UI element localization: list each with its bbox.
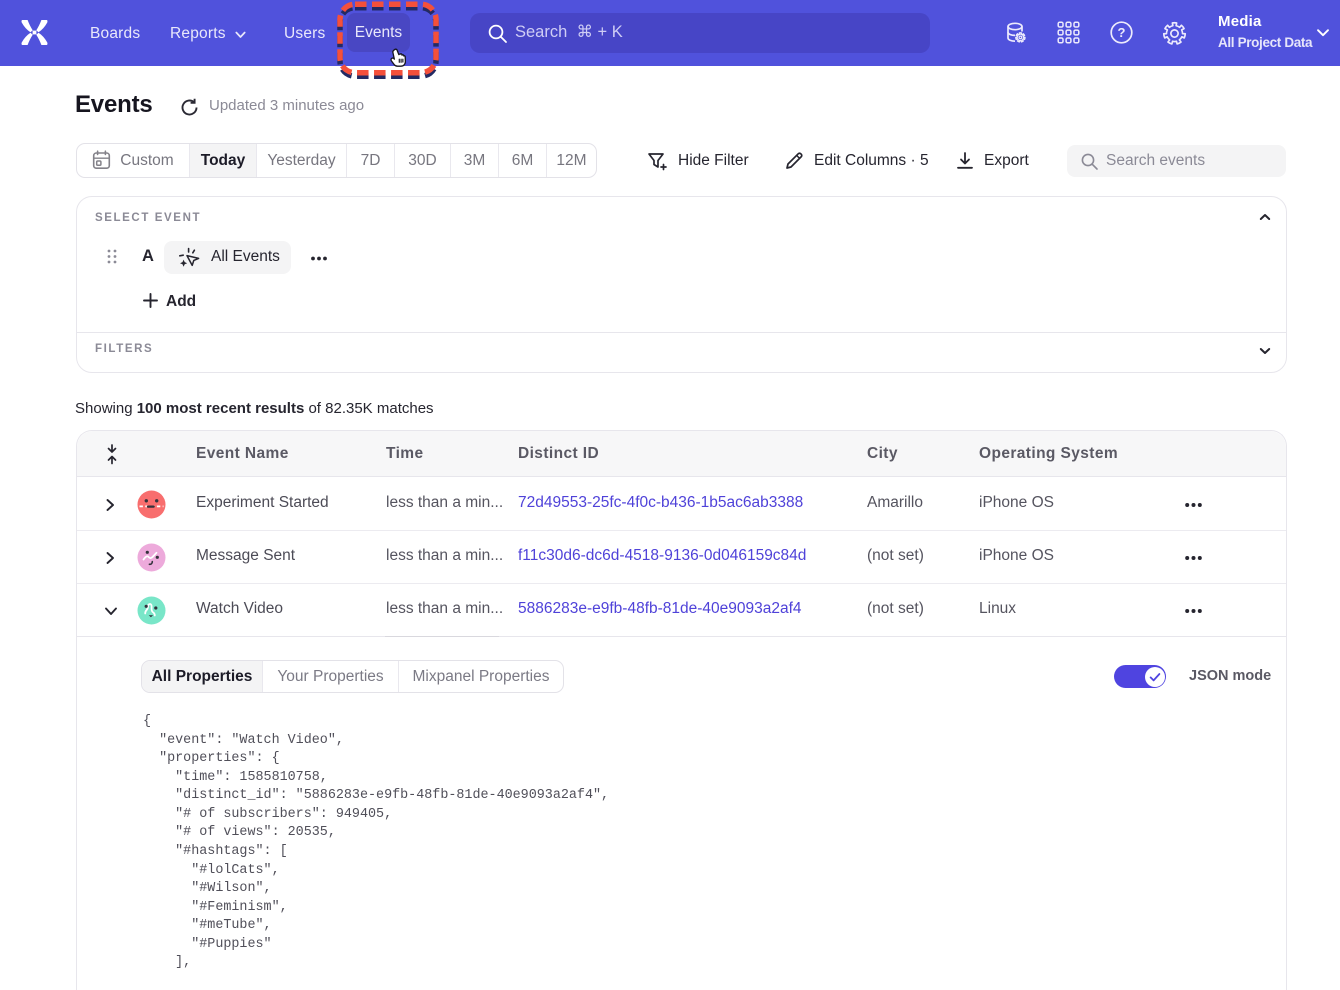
svg-text:?: ? <box>1118 25 1126 40</box>
